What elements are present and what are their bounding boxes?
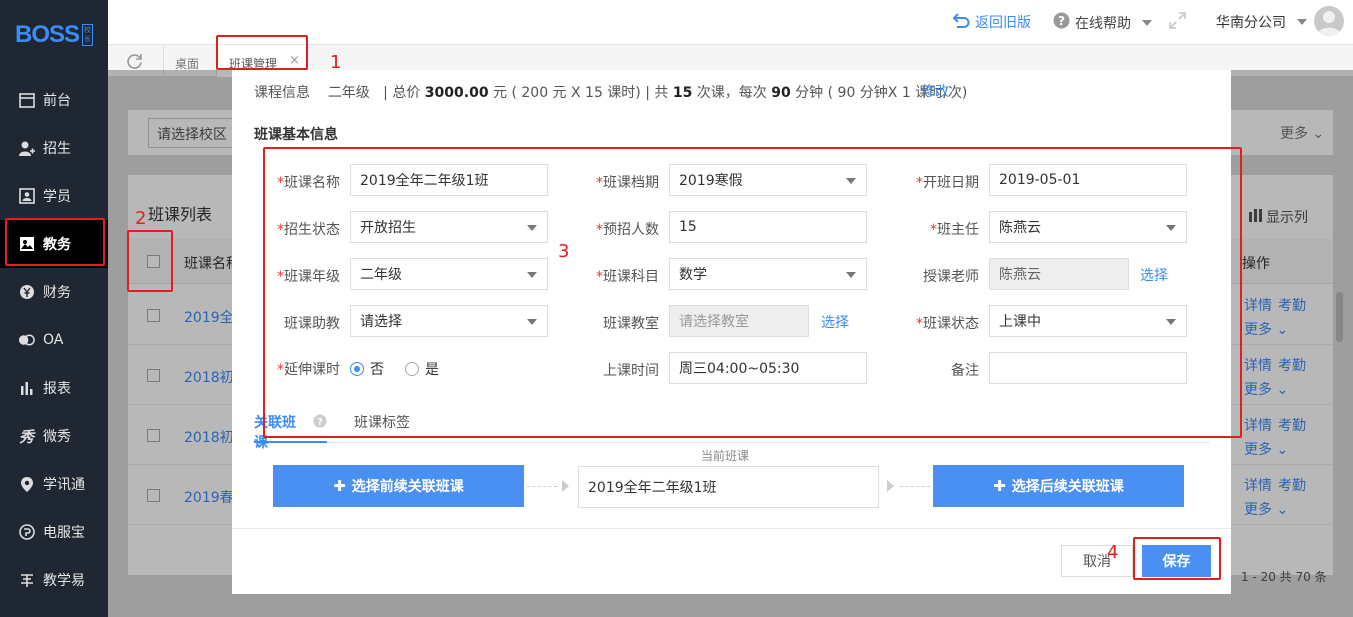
sidebar-item-enrollment[interactable]: 招生 [0, 124, 108, 172]
caret-down-icon [1142, 19, 1152, 26]
logo-sub: 校长 [82, 24, 93, 46]
cancel-button[interactable]: 取消 [1061, 545, 1133, 577]
annotation-box-academic [5, 218, 105, 266]
sidebar-item-oa[interactable]: OA [0, 316, 108, 364]
select-previous-class-button[interactable]: ✚ 选择前续关联班课 [273, 465, 524, 507]
add-user-icon [18, 140, 35, 157]
connector-line [900, 486, 930, 487]
yen-icon [18, 284, 35, 301]
course-total-amount: 3000.00 [424, 85, 489, 101]
logo-sub-text: 校长 [84, 26, 91, 43]
back-label: 返回旧版 [975, 15, 1031, 31]
course-grade: 二年级 [327, 85, 370, 101]
annotation-box-2 [127, 230, 173, 292]
pin-icon [18, 476, 35, 493]
undo-icon [952, 12, 970, 32]
current-class-caption: 当前班课 [701, 449, 750, 463]
select-next-class-button[interactable]: ✚ 选择后续关联班课 [933, 465, 1184, 507]
sidebar-item-label: 教学易 [43, 573, 85, 589]
annotation-number-2: 2 [135, 208, 147, 229]
bar-chart-icon [18, 380, 35, 397]
annotation-number-4: 4 [1107, 542, 1119, 563]
teach-icon [18, 572, 35, 589]
connector-line [527, 486, 557, 487]
next-button-label: 选择后续关联班课 [1011, 479, 1124, 495]
sidebar-item-label: 财务 [43, 285, 71, 301]
sidebar-item-label: 电服宝 [43, 525, 85, 541]
sidebar-item-reports[interactable]: 报表 [0, 364, 108, 412]
edit-course-link[interactable]: 修改 [921, 81, 949, 101]
sidebar: BOSS 校长 前台 招生 学员 教务 财务 OA 报表 秀 微秀 学讯通 电服… [0, 0, 108, 617]
fullscreen-icon[interactable] [1168, 11, 1187, 30]
course-total-mid: 元 ( 200 元 X 15 课时) | 共 [493, 85, 669, 101]
calendar-icon [18, 92, 35, 109]
current-class-box: 2019全年二年级1班 [578, 466, 879, 508]
sidebar-item-label: 学员 [43, 189, 71, 205]
sidebar-item-students[interactable]: 学员 [0, 172, 108, 220]
sidebar-item-xuexuntong[interactable]: 学讯通 [0, 460, 108, 508]
avatar[interactable] [1314, 6, 1344, 36]
caret-down-icon [1297, 19, 1307, 25]
footer-divider [232, 528, 1231, 529]
sidebar-item-label: 招生 [43, 141, 71, 157]
sidebar-item-label: 报表 [43, 381, 71, 397]
oa-icon [18, 332, 35, 349]
course-info-line: 课程信息 二年级 | 总价 3000.00 元 ( 200 元 X 15 课时)… [254, 82, 967, 102]
back-to-old-version-link[interactable]: 返回旧版 [952, 12, 1031, 32]
id-card-icon [18, 188, 35, 205]
logo: BOSS 校长 [0, 0, 108, 70]
phone-icon [18, 524, 35, 541]
plus-icon: ✚ [993, 477, 1006, 495]
course-count-mid: 次课，每次 [696, 85, 767, 101]
annotation-number-1: 1 [330, 52, 342, 73]
sidebar-item-label: OA [43, 332, 64, 348]
online-help-dropdown[interactable]: ? 在线帮助 [1053, 12, 1152, 33]
sidebar-item-label: 微秀 [43, 429, 71, 445]
sidebar-item-finance[interactable]: 财务 [0, 268, 108, 316]
sidebar-item-label: 学讯通 [43, 477, 85, 493]
course-count: 15 [672, 85, 693, 101]
arrow-right-icon [562, 480, 569, 492]
company-label: 华南分公司 [1216, 15, 1286, 31]
annotation-box-4 [1133, 537, 1221, 580]
section-title: 班课基本信息 [254, 127, 338, 143]
course-total-prefix: | 总价 [383, 85, 421, 101]
xiu-icon: 秀 [18, 427, 34, 446]
help-icon: ? [1053, 12, 1070, 33]
logo-text: BOSS [14, 21, 80, 48]
sidebar-item-weixiu[interactable]: 秀 微秀 [0, 412, 108, 460]
course-minutes: 90 [771, 85, 791, 101]
prev-button-label: 选择前续关联班课 [351, 479, 464, 495]
tab-divider [254, 442, 1210, 443]
annotation-box-1 [216, 35, 308, 70]
svg-text:?: ? [1058, 14, 1065, 28]
sidebar-item-label: 前台 [43, 93, 71, 109]
sidebar-item-front-desk[interactable]: 前台 [0, 76, 108, 124]
sidebar-item-dianfubao[interactable]: 电服宝 [0, 508, 108, 556]
sidebar-item-jiaoxueyi[interactable]: 教学易 [0, 556, 108, 604]
arrow-right-icon [887, 480, 894, 492]
annotation-number-3: 3 [558, 241, 570, 262]
help-label: 在线帮助 [1075, 15, 1131, 32]
annotation-box-3 [263, 147, 1242, 438]
course-info-label: 课程信息 [254, 85, 310, 101]
plus-icon: ✚ [333, 477, 346, 495]
company-dropdown[interactable]: 华南分公司 [1216, 12, 1307, 32]
